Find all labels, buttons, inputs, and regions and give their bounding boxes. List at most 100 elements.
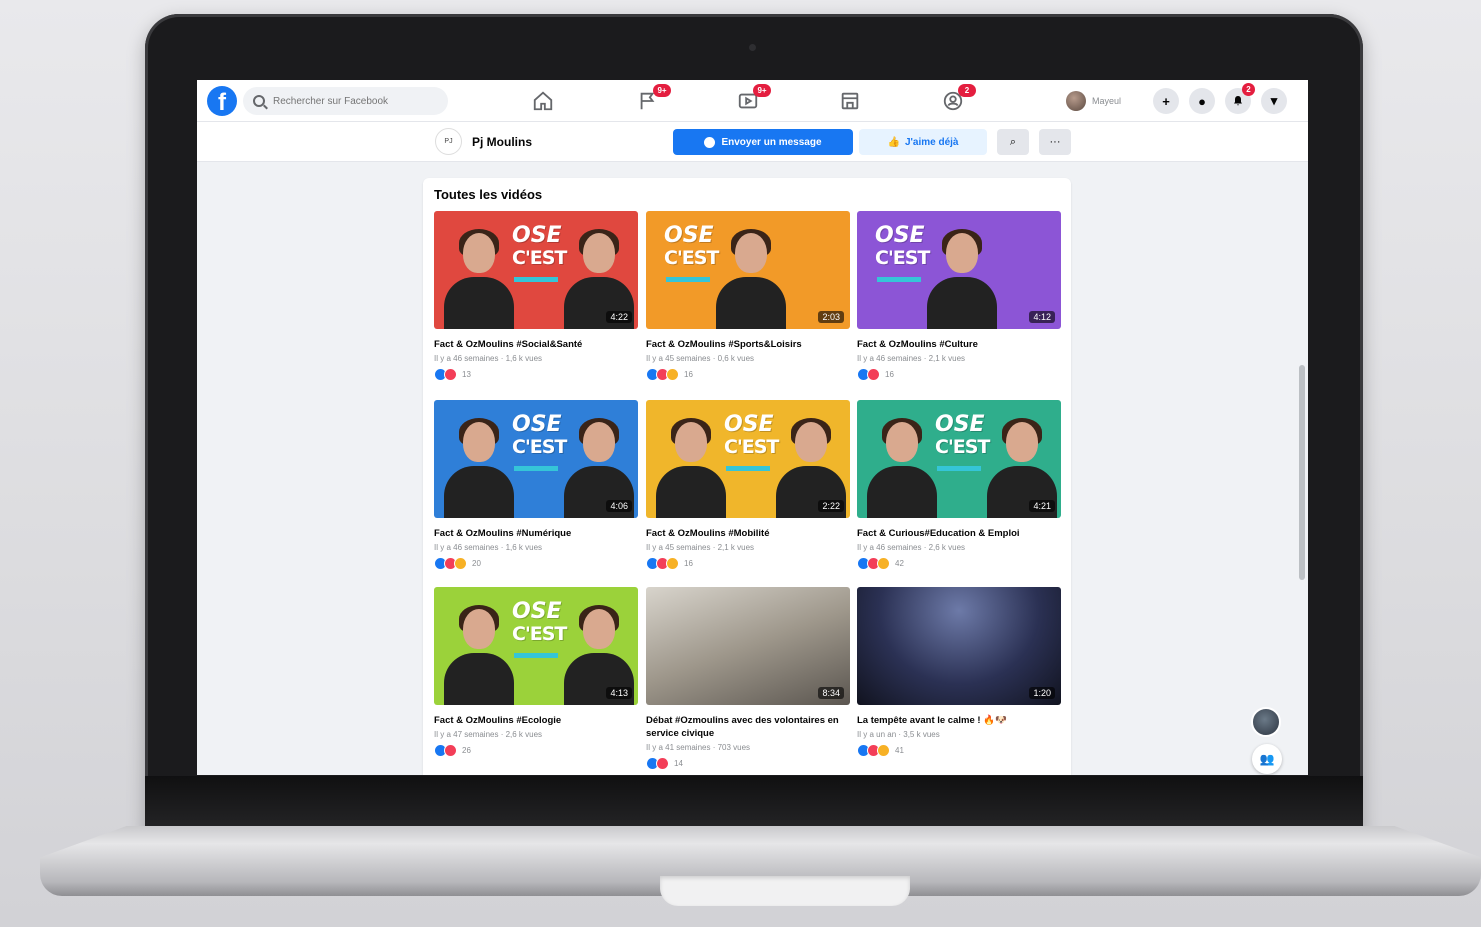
video-title[interactable]: Fact & OzMoulins #Social&Santé (434, 338, 638, 351)
nav-pages-icon[interactable]: 9+ (637, 84, 671, 112)
video-meta: Il y a 45 semaines · 0,6 k vues (646, 354, 755, 363)
logo-stripe (514, 466, 558, 471)
notifications-badge: 2 (1242, 83, 1255, 96)
video-title[interactable]: Débat #Ozmoulins avec des volontaires en… (646, 714, 850, 740)
video-thumbnail[interactable]: 8:34 (646, 587, 850, 705)
reactions-summary[interactable]: 13 (434, 367, 638, 381)
video-title[interactable]: Fact & OzMoulins #Numérique (434, 527, 638, 540)
video-thumbnail[interactable]: OSE C'EST 4:13 (434, 587, 638, 705)
logo-stripe (666, 277, 710, 282)
messenger-button[interactable]: ● (1189, 88, 1215, 114)
love-reaction-icon (867, 367, 880, 381)
video-title[interactable]: La tempête avant le calme ! 🔥🐶 (857, 714, 1061, 727)
video-duration: 1:20 (1029, 687, 1055, 699)
reactions-summary[interactable]: 42 (857, 556, 1061, 570)
reactions-summary[interactable]: 20 (434, 556, 638, 570)
video-meta: Il y a 46 semaines · 2,6 k vues (857, 543, 966, 552)
scrollbar[interactable] (1299, 365, 1305, 580)
video-duration: 4:12 (1029, 311, 1055, 323)
logo-stripe (514, 277, 558, 282)
reactions-summary[interactable]: 16 (646, 367, 850, 381)
video-card[interactable]: OSE C'EST 4:12 Fact & OzMoulins #Culture Il … (857, 211, 1061, 381)
page-name[interactable]: Pj Moulins (472, 135, 532, 149)
video-card[interactable]: OSE C'EST 2:22 Fact & OzMoulins #Mobilité Il… (646, 400, 850, 570)
create-button[interactable]: + (1153, 88, 1179, 114)
reaction-count: 20 (472, 558, 481, 568)
presenter-figure (656, 418, 726, 518)
page-header-bar: PJ Pj Moulins Envoyer un message 👍 J'aim… (197, 122, 1308, 162)
video-duration: 2:22 (818, 500, 844, 512)
logo-stripe (514, 653, 558, 658)
video-thumbnail[interactable]: OSE C'EST 2:22 (646, 400, 850, 518)
reaction-count: 16 (684, 369, 693, 379)
account-menu-button[interactable]: ▾ (1261, 88, 1287, 114)
reactions-summary[interactable]: 14 (646, 756, 850, 770)
reactions-summary[interactable]: 41 (857, 743, 1061, 757)
page-search-button[interactable]: ⌕ (997, 129, 1029, 155)
love-reaction-icon (444, 367, 457, 381)
nav-home-icon[interactable] (532, 90, 554, 112)
reaction-count: 16 (684, 558, 693, 568)
page-more-button[interactable]: ··· (1039, 129, 1071, 155)
video-thumbnail[interactable]: 1:20 (857, 587, 1061, 705)
video-thumbnail[interactable]: OSE C'EST 4:06 (434, 400, 638, 518)
video-card[interactable]: 8:34 Débat #Ozmoulins avec des volontaire… (646, 587, 850, 770)
video-card[interactable]: OSE C'EST 4:13 Fact & OzMoulins #Ecologie Il… (434, 587, 638, 757)
video-meta: Il y a 47 semaines · 2,6 k vues (434, 730, 543, 739)
page-avatar[interactable]: PJ (435, 128, 462, 155)
presenter-figure (716, 229, 786, 329)
video-thumbnail[interactable]: OSE C'EST 4:12 (857, 211, 1061, 329)
reaction-count: 13 (462, 369, 471, 379)
nav-groups-icon[interactable]: 2 (942, 84, 976, 112)
video-duration: 4:21 (1029, 500, 1055, 512)
reactions-summary[interactable]: 16 (646, 556, 850, 570)
notifications-button[interactable]: 2 (1225, 83, 1255, 114)
video-card[interactable]: 1:20 La tempête avant le calme ! 🔥🐶 Il y a… (857, 587, 1061, 757)
reaction-count: 14 (674, 758, 683, 768)
ose-logo: OSE C'EST (664, 223, 719, 270)
reaction-count: 42 (895, 558, 904, 568)
search-input[interactable] (273, 95, 433, 107)
facebook-logo[interactable]: f (207, 86, 237, 116)
send-message-button[interactable]: Envoyer un message (673, 129, 853, 155)
video-title[interactable]: Fact & OzMoulins #Sports&Loisirs (646, 338, 850, 351)
groups-badge: 2 (958, 84, 976, 97)
haha-reaction-icon (454, 556, 467, 570)
watch-badge: 9+ (753, 84, 771, 97)
reactions-summary[interactable]: 16 (857, 367, 1061, 381)
video-title[interactable]: Fact & OzMoulins #Mobilité (646, 527, 850, 540)
liked-button[interactable]: 👍 J'aime déjà (859, 129, 987, 155)
video-meta: Il y a 46 semaines · 1,6 k vues (434, 354, 543, 363)
logo-stripe (726, 466, 770, 471)
nav-marketplace-icon[interactable] (839, 90, 861, 112)
new-group-chat-button[interactable]: 👥 (1252, 744, 1282, 774)
presenter-figure (927, 229, 997, 329)
video-card[interactable]: OSE C'EST 4:21 Fact & Curious#Education & E… (857, 400, 1061, 570)
video-card[interactable]: OSE C'EST 4:06 Fact & OzMoulins #Numérique I… (434, 400, 638, 570)
video-title[interactable]: Fact & OzMoulins #Culture (857, 338, 1061, 351)
logo-stripe (937, 466, 981, 471)
liked-label: J'aime déjà (904, 136, 959, 148)
haha-reaction-icon (666, 367, 679, 381)
love-reaction-icon (656, 756, 669, 770)
haha-reaction-icon (666, 556, 679, 570)
video-card[interactable]: OSE C'EST 4:22 Fact & OzMoulins #Social&San… (434, 211, 638, 381)
reaction-count: 16 (885, 369, 894, 379)
reactions-summary[interactable]: 26 (434, 743, 638, 757)
profile-chip[interactable]: Mayeul (1063, 88, 1127, 114)
camera (749, 44, 756, 51)
ose-logo: OSE C'EST (512, 223, 567, 270)
video-thumbnail[interactable]: OSE C'EST 4:22 (434, 211, 638, 329)
nav-watch-icon[interactable]: 9+ (737, 84, 771, 112)
haha-reaction-icon (877, 743, 890, 757)
video-thumbnail[interactable]: OSE C'EST 4:21 (857, 400, 1061, 518)
video-title[interactable]: Fact & Curious#Education & Emploi (857, 527, 1061, 540)
video-thumbnail[interactable]: OSE C'EST 2:03 (646, 211, 850, 329)
video-title[interactable]: Fact & OzMoulins #Ecologie (434, 714, 638, 727)
search-bar[interactable] (243, 87, 448, 115)
chat-head-avatar[interactable] (1251, 707, 1281, 737)
video-meta: Il y a 45 semaines · 2,1 k vues (646, 543, 755, 552)
video-duration: 4:13 (606, 687, 632, 699)
video-card[interactable]: OSE C'EST 2:03 Fact & OzMoulins #Sports&Loi… (646, 211, 850, 381)
presenter-figure (444, 605, 514, 705)
